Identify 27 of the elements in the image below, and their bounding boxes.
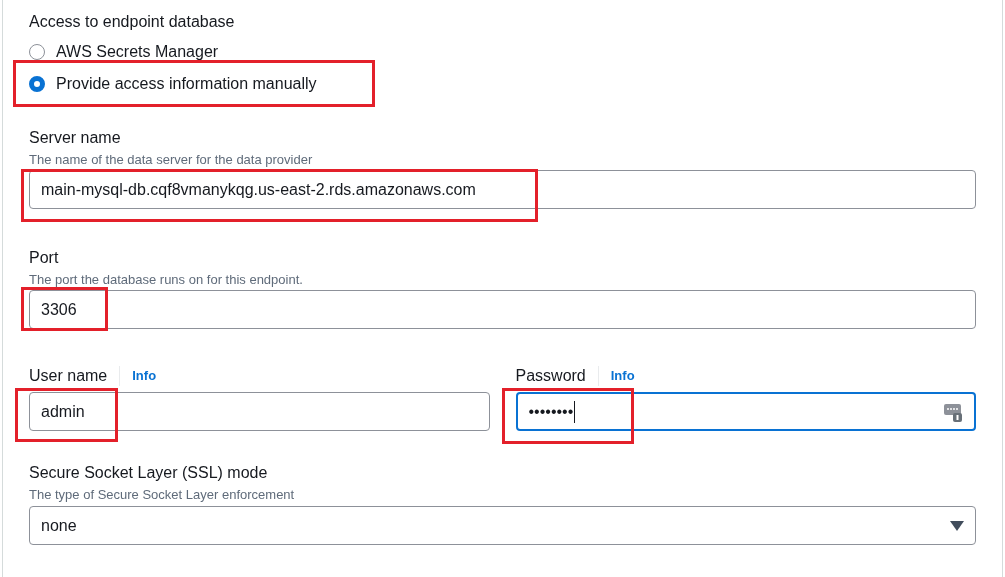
radio-label[interactable]: Provide access information manually <box>56 72 317 96</box>
input-field[interactable]: 3306 <box>29 290 976 329</box>
radio-button[interactable] <box>29 76 45 92</box>
field-label: Port <box>29 248 59 268</box>
field-value: 3306 <box>41 299 77 320</box>
field-description: The type of Secure Socket Layer enforcement <box>29 486 295 504</box>
field-value: admin <box>41 401 85 422</box>
info-link[interactable]: Info <box>119 366 157 386</box>
select-value: none <box>41 515 77 536</box>
info-link[interactable]: Info <box>597 366 635 386</box>
input-field[interactable]: main-mysql-db.cqf8vmanykqg.us-east-2.rds.amazonaws.com <box>29 170 976 209</box>
field-label: Password <box>515 366 586 386</box>
field-description: The port the database runs on for this endpoint. <box>29 271 303 289</box>
field-value: main-mysql-db.cqf8vmanykqg.us-east-2.rds.amazonaws.com <box>41 179 476 200</box>
input-field[interactable]: •••••••• <box>515 392 976 431</box>
field-label: Secure Socket Layer (SSL) mode <box>29 463 268 483</box>
field-label: User name <box>29 366 108 386</box>
field-value: •••••••• <box>528 401 574 422</box>
input-field[interactable]: admin <box>29 392 490 431</box>
radio-button[interactable] <box>29 44 45 60</box>
field-description: The name of the data server for the data provider <box>29 151 313 169</box>
select-dropdown[interactable]: none <box>29 506 976 545</box>
radio-label[interactable]: AWS Secrets Manager <box>56 40 219 64</box>
key-icon[interactable] <box>943 401 963 422</box>
field-label: Server name <box>29 128 121 148</box>
caret-icon <box>950 520 964 531</box>
field-label: Access to endpoint database <box>29 12 235 32</box>
